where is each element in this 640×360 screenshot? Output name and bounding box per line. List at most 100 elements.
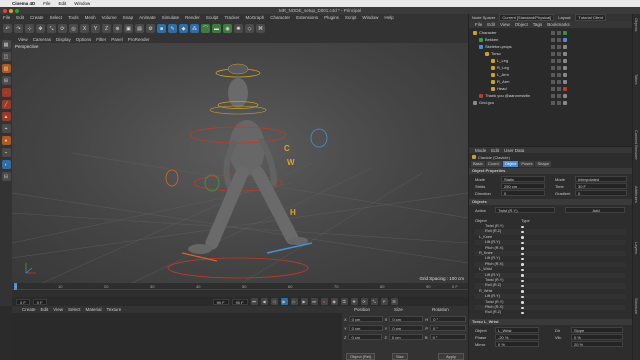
object-row[interactable]: Head (469, 86, 633, 93)
zoom-window-icon[interactable] (15, 8, 19, 13)
play-icon[interactable]: ▶ (280, 298, 288, 305)
material-menu-item-2[interactable]: View (53, 307, 63, 312)
object-row[interactable]: Torso (469, 51, 633, 58)
size-z-field[interactable]: 0 cm (388, 334, 423, 340)
object-menu-item-2[interactable]: View (500, 22, 510, 27)
extra-field[interactable]: 20 % (571, 341, 623, 347)
coordinate-mode-select[interactable]: Object (Rel) (346, 353, 376, 360)
material-menu-item-5[interactable]: Texture (107, 307, 122, 312)
timeline-ruler[interactable]: 0 10 20 30 40 50 60 70 80 90 0 F (12, 283, 468, 290)
current-frame-field[interactable]: 0 F (32, 298, 47, 305)
tag-icon[interactable] (563, 73, 567, 77)
next-key-icon[interactable]: ▶ (300, 298, 308, 305)
side-tab-3[interactable]: Attributes (634, 186, 639, 203)
param-key-icon[interactable]: P (380, 298, 388, 305)
app-menu[interactable]: Cinema 4D (12, 1, 35, 6)
enable-check-icon[interactable] (557, 94, 561, 98)
size-x-field[interactable]: 0 cm (389, 316, 424, 322)
apply-button[interactable]: Apply (438, 353, 464, 360)
mac-menu-edit[interactable]: Edit (59, 1, 67, 6)
visibility-dot-icon[interactable] (551, 31, 555, 35)
menu-item-14[interactable]: Character (270, 15, 290, 20)
torso-wrist-section[interactable]: Torso L_Wrist (469, 319, 633, 325)
material-manager[interactable] (12, 313, 342, 360)
go-to-end-icon[interactable]: ⏭ (310, 298, 318, 305)
layout-select[interactable]: Tutorial Client (575, 14, 606, 21)
position-x-field[interactable]: 0 cm (348, 316, 383, 322)
tag-icon[interactable] (563, 101, 567, 105)
table-row[interactable]: Pitch (R.X) (475, 246, 625, 251)
undo-icon[interactable]: ↶ (3, 24, 12, 33)
tab-basic[interactable]: Basic (471, 161, 485, 167)
python-icon[interactable]: ⌘ (256, 24, 265, 33)
polygons-mode-icon[interactable]: ▲ (1, 112, 11, 121)
direction-field[interactable]: 0 (501, 190, 545, 196)
tag-icon[interactable] (563, 87, 567, 91)
viewport-menu-item-2[interactable]: Display (56, 37, 71, 42)
array-icon[interactable]: ⁂ (190, 24, 199, 33)
workplane-icon[interactable]: ⊞ (1, 76, 11, 85)
mac-menu-window[interactable]: Window (74, 1, 90, 6)
tab-shape[interactable]: Shape (535, 161, 552, 167)
visibility-dot-icon[interactable] (551, 45, 555, 49)
record-icon[interactable]: ● (320, 298, 328, 305)
object-row[interactable]: R_Leg (469, 65, 633, 72)
add-button[interactable]: Add (565, 207, 625, 213)
minimize-window-icon[interactable] (9, 8, 13, 13)
snap-icon[interactable]: ⌁ (1, 148, 11, 157)
tag-icon[interactable] (563, 52, 567, 56)
menu-item-19[interactable]: Help (384, 15, 393, 20)
dir-select[interactable]: Slope (571, 327, 623, 333)
material-menu-item-3[interactable]: Select (68, 307, 81, 312)
time-field[interactable]: 30 F (575, 183, 627, 189)
model-mode-icon[interactable]: ◫ (1, 52, 11, 61)
render-view-icon[interactable]: ▣ (124, 24, 133, 33)
timeline[interactable]: 0 10 20 30 40 50 60 70 80 90 0 F (12, 283, 468, 297)
object-name[interactable]: R_Arm (497, 79, 509, 86)
viewport-menu-item-0[interactable]: View (18, 37, 28, 42)
enable-check-icon[interactable] (557, 45, 561, 49)
wrist-object-field[interactable]: L_Wrist (495, 327, 539, 333)
object-properties-section[interactable]: Object Properties (469, 168, 633, 174)
go-to-start-icon[interactable]: ⏮ (250, 298, 258, 305)
scale-icon[interactable]: ⤡ (47, 24, 56, 33)
preview-end-field[interactable]: 90 F (231, 298, 248, 305)
rotation-key-icon[interactable]: ⟳ (360, 298, 368, 305)
object-menu-item-0[interactable]: File (475, 22, 482, 27)
attribute-menu-item-2[interactable]: User Data (504, 148, 524, 153)
object-row[interactable]: L_Leg (469, 58, 633, 65)
light-icon[interactable]: ✺ (234, 24, 243, 33)
size-mode-select[interactable]: Size (392, 353, 408, 360)
solo-icon[interactable]: ◐ (1, 160, 11, 169)
enable-check-icon[interactable] (557, 80, 561, 84)
enable-check-icon[interactable] (557, 52, 561, 56)
visibility-dot-icon[interactable] (551, 80, 555, 84)
render-settings-icon[interactable]: ⚙ (146, 24, 155, 33)
lock-workplane-icon[interactable]: ⊟ (1, 172, 11, 181)
rotation-h-field[interactable]: 0 ° (430, 316, 467, 322)
menu-item-1[interactable]: Edit (16, 15, 24, 20)
tweak-mode-icon[interactable]: ● (1, 136, 11, 145)
material-menu-item-1[interactable]: Edit (41, 307, 49, 312)
visibility-dot-icon[interactable] (551, 94, 555, 98)
object-row[interactable]: Bekken (469, 37, 633, 44)
object-menu-item-4[interactable]: Tags (533, 22, 543, 27)
vib-field[interactable]: 0 % (571, 334, 623, 340)
viewport-menu-item-5[interactable]: Panel (111, 37, 123, 42)
rotate-icon[interactable]: ⟳ (58, 24, 67, 33)
phase-field[interactable]: -20 % (495, 334, 539, 340)
object-menu-item-3[interactable]: Object (515, 22, 528, 27)
enable-check-icon[interactable] (557, 73, 561, 77)
previous-key-icon[interactable]: ◀ (260, 298, 268, 305)
autokey-icon[interactable]: ◉ (330, 298, 338, 305)
menu-item-2[interactable]: Create (30, 15, 44, 20)
next-frame-icon[interactable]: ▷ (290, 298, 298, 305)
move-icon[interactable]: ✥ (36, 24, 45, 33)
texture-mode-icon[interactable]: ▨ (1, 64, 11, 73)
viewport-menu-item-3[interactable]: Options (76, 37, 92, 42)
enable-check-icon[interactable] (557, 101, 561, 105)
position-z-field[interactable]: 0 cm (348, 334, 383, 340)
menu-item-0[interactable]: File (3, 15, 10, 20)
viewport[interactable]: Perspective C W H Grid Spacing: 100 cm (12, 43, 468, 283)
redo-icon[interactable]: ↷ (14, 24, 23, 33)
